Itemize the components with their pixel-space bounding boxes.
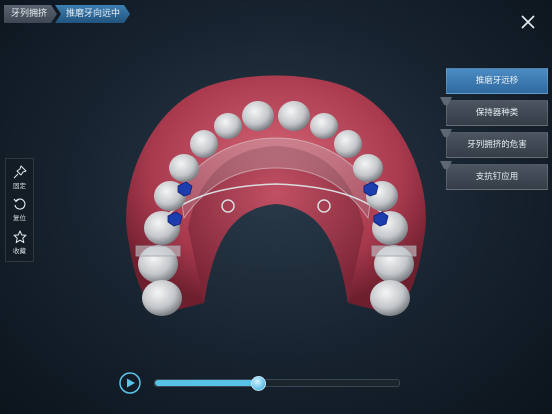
star-icon [13, 230, 26, 244]
dental-arch-model[interactable] [118, 68, 434, 328]
left-toolbar: 固定 复位 收藏 [5, 158, 34, 262]
reset-label: 复位 [13, 214, 26, 223]
breadcrumb: 牙列拥挤 推磨牙向远中 [4, 5, 130, 23]
topic-menu: 推磨牙远移 保持器种类 牙列拥挤的危害 支抗钉应用 [440, 68, 548, 196]
menu-item-label: 牙列拥挤的危害 [467, 140, 527, 150]
menu-item-anchorage-screw[interactable]: 支抗钉应用 [440, 161, 548, 190]
menu-item-molar-distalization[interactable]: 推磨牙远移 [446, 68, 548, 94]
close-button[interactable] [518, 12, 538, 32]
tab-marker-icon [440, 161, 452, 169]
menu-item-label: 推磨牙远移 [475, 76, 519, 86]
play-icon [119, 372, 141, 394]
pin-label: 固定 [13, 181, 26, 190]
progress-fill [155, 380, 258, 386]
tab-marker-icon [440, 129, 452, 137]
breadcrumb-item-current: 推磨牙向远中 [55, 5, 130, 23]
menu-item-label: 保持器种类 [475, 108, 519, 118]
favorite-label: 收藏 [13, 247, 26, 256]
reset-icon [13, 199, 25, 211]
progress-thumb[interactable] [251, 376, 267, 391]
tab-marker-icon [440, 97, 452, 105]
breadcrumb-item-crowding[interactable]: 牙列拥挤 [4, 5, 57, 23]
menu-item-label: 支抗钉应用 [475, 172, 519, 182]
play-button[interactable] [119, 372, 141, 394]
reset-button[interactable]: 复位 [13, 197, 27, 222]
close-icon [521, 15, 535, 29]
menu-item-retainer-types[interactable]: 保持器种类 [440, 97, 548, 126]
menu-item-crowding-harm[interactable]: 牙列拥挤的危害 [440, 129, 548, 158]
pin-icon [13, 165, 26, 179]
pin-button[interactable]: 固定 [13, 165, 27, 190]
favorite-button[interactable]: 收藏 [13, 230, 27, 255]
progress-slider[interactable] [154, 376, 400, 391]
